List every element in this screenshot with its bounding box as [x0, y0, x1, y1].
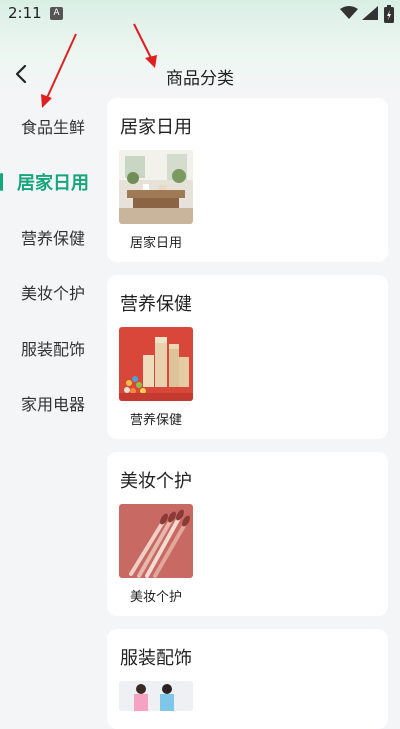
notification-a-icon: A [50, 7, 63, 20]
signal-icon [362, 6, 378, 20]
product-label: 居家日用 [129, 236, 182, 251]
category-sidebar: 食品生鲜 居家日用 营养保健 美妆个护 服装配饰 家用电器 [0, 98, 106, 710]
wifi-icon [340, 6, 358, 19]
sidebar-item-household[interactable]: 居家日用 [0, 162, 106, 202]
battery-icon [384, 5, 394, 23]
product-label: 美妆个护 [129, 590, 182, 605]
sidebar-item-apparel[interactable]: 服装配饰 [0, 328, 106, 368]
supplements-image[interactable] [119, 327, 193, 401]
sidebar-item-label: 营养保健 [20, 229, 85, 248]
living-room-image[interactable] [119, 150, 193, 224]
sidebar-item-label: 家用电器 [20, 395, 85, 414]
sidebar-item-label: 居家日用 [17, 173, 89, 194]
status-time: 2:11 [8, 4, 42, 22]
card-title: 营养保健 [120, 294, 192, 315]
card-title: 居家日用 [120, 117, 192, 138]
product-label: 营养保健 [129, 413, 182, 428]
sidebar-item-beauty[interactable]: 美妆个护 [0, 272, 106, 312]
sidebar-item-label: 服装配饰 [20, 340, 85, 359]
fashion-image[interactable] [119, 681, 193, 711]
card-title: 美妆个护 [120, 471, 192, 492]
category-card-household: 居家日用 居家日用 [107, 98, 388, 262]
card-title: 服装配饰 [120, 648, 192, 669]
sidebar-item-label: 食品生鲜 [20, 118, 85, 137]
category-card-health: 营养保健 营养保健 [107, 275, 388, 439]
sidebar-item-label: 美妆个护 [20, 284, 85, 303]
status-bar: 2:11 A [0, 0, 400, 28]
category-card-apparel: 服装配饰 [107, 629, 388, 729]
sidebar-item-food[interactable]: 食品生鲜 [0, 106, 106, 146]
category-card-beauty: 美妆个护 美妆个护 [107, 452, 388, 616]
makeup-brushes-image[interactable] [119, 504, 193, 578]
annotation-arrow-icon [41, 33, 77, 108]
sidebar-item-health[interactable]: 营养保健 [0, 217, 106, 257]
sidebar-item-appliances[interactable]: 家用电器 [0, 383, 106, 423]
annotation-arrow-icon [133, 23, 157, 68]
